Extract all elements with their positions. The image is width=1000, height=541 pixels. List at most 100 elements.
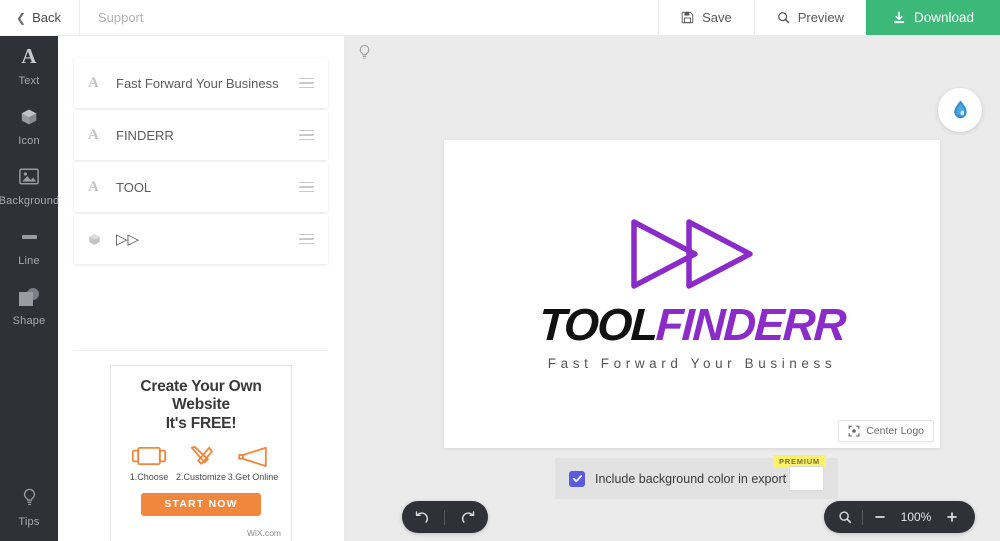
drag-handle-icon[interactable] (299, 129, 314, 141)
rail-item-shape[interactable]: Shape (0, 276, 58, 336)
preview-label: Preview (797, 10, 844, 25)
center-logo-label: Center Logo (866, 425, 924, 437)
zoom-level-value: 100% (900, 510, 932, 524)
preview-button[interactable]: Preview (753, 0, 866, 35)
tools-wrench-screwdriver-icon (190, 445, 213, 465)
zoom-in-button[interactable] (935, 501, 969, 533)
stage-tips-button[interactable] (350, 38, 378, 66)
ad-headline-line2: It's FREE! (165, 414, 237, 432)
rail-item-tips[interactable]: Tips (0, 477, 58, 537)
ad-step-label: 1.Choose (129, 471, 169, 482)
logo-word-dark: TOOL (537, 299, 658, 350)
include-background-label: Include background color in export (595, 471, 787, 486)
layer-item-tagline[interactable]: A Fast Forward Your Business (74, 58, 328, 108)
undo-redo-controls (402, 501, 488, 533)
download-button[interactable]: Download (865, 0, 1000, 35)
text-letter-a-icon: A (88, 74, 99, 91)
checkmark-icon (572, 475, 582, 483)
layer-name: Fast Forward Your Business (116, 75, 279, 91)
undo-button[interactable] (405, 501, 439, 533)
save-button[interactable]: Save (658, 0, 754, 35)
logo-word-accent: FINDERR (655, 299, 847, 350)
ad-headline: Create Your Own Website It's FREE! (121, 378, 281, 433)
layer-item-finderr[interactable]: A FINDERR (74, 110, 328, 160)
minus-icon (875, 516, 885, 518)
text-letter-a-icon: A (88, 126, 99, 143)
rail-item-shape-label: Shape (12, 314, 46, 327)
template-frame-icon (131, 446, 167, 465)
drag-handle-icon[interactable] (299, 181, 314, 193)
wix-logo: WiX.com (121, 523, 281, 540)
canvas-stage[interactable]: TOOL FINDERR Fast Forward Your Business … (345, 36, 1000, 541)
save-label: Save (702, 10, 732, 25)
ad-step-customize: 2.Customize (175, 445, 227, 482)
rail-item-text-label: Text (18, 74, 40, 87)
support-link[interactable]: Support (80, 0, 162, 35)
back-button[interactable]: ❮ Back (0, 0, 80, 35)
left-tool-rail: A Text Icon Background Line Shape Tips (0, 36, 60, 541)
redo-arrow-icon (461, 510, 474, 523)
rail-bottom-group: Tips (0, 477, 58, 537)
logo-tagline[interactable]: Fast Forward Your Business (548, 356, 836, 371)
zoom-out-button[interactable] (863, 501, 897, 533)
text-letter-a-icon: A (88, 178, 99, 195)
layer-name: ▷▷ (116, 231, 140, 248)
rail-item-background[interactable]: Background (0, 156, 60, 216)
include-background-checkbox[interactable] (569, 470, 585, 487)
ad-step-choose: 1.Choose (123, 445, 175, 482)
cube-box-icon (88, 233, 116, 246)
top-toolbar: ❮ Back Support Save Preview Download (0, 0, 1000, 36)
wix-brand: WiX (246, 527, 263, 538)
ad-steps: 1.Choose 2.Customize 3.Get Online (121, 445, 281, 482)
download-icon (893, 11, 905, 23)
promo-ad-wrapper: Create Your Own Website It's FREE! 1.Cho… (58, 351, 344, 541)
logo-wordmark[interactable]: TOOL FINDERR (537, 299, 847, 350)
center-logo-button[interactable]: Center Logo (838, 420, 934, 442)
drag-handle-icon[interactable] (299, 233, 314, 245)
drag-handle-icon[interactable] (299, 77, 314, 89)
wix-promo-ad[interactable]: Create Your Own Website It's FREE! 1.Cho… (110, 365, 292, 541)
floppy-disk-icon (681, 11, 694, 24)
download-label: Download (913, 10, 974, 25)
rail-item-text[interactable]: A Text (0, 36, 58, 96)
zoom-controls: 100% (824, 501, 975, 533)
rail-item-background-label: Background (0, 194, 60, 207)
text-letter-a-icon: A (21, 44, 37, 68)
plus-icon (947, 512, 957, 522)
ad-step-get-online: 3.Get Online (227, 445, 279, 482)
fast-forward-double-triangle-icon[interactable] (629, 217, 755, 296)
ad-start-now-button[interactable]: START NOW (141, 492, 261, 516)
support-label: Support (97, 10, 144, 25)
logo-composition: TOOL FINDERR Fast Forward Your Business (444, 140, 940, 448)
chevron-left-icon: ❮ (16, 10, 27, 25)
center-crosshair-icon (848, 425, 860, 437)
lightbulb-icon (359, 44, 369, 59)
ad-headline-line1: Create Your Own Website (140, 378, 262, 414)
magnifier-icon (839, 511, 852, 524)
ad-step-label: 3.Get Online (227, 471, 279, 482)
ad-cta-label: START NOW (164, 498, 238, 511)
background-color-swatch[interactable] (789, 466, 824, 491)
water-droplet-icon (953, 100, 967, 118)
include-background-bar: Include background color in export PREMI… (555, 455, 838, 499)
background-color-tool-button[interactable] (938, 88, 982, 132)
rail-item-tips-label: Tips (18, 515, 40, 528)
cube-box-icon (20, 106, 38, 128)
layer-item-tool[interactable]: A TOOL (74, 162, 328, 212)
lightbulb-icon (22, 487, 37, 509)
rail-item-icon[interactable]: Icon (0, 96, 58, 156)
layers-list: A Fast Forward Your Business A FINDERR A… (58, 36, 344, 351)
layer-item-icon-mark[interactable]: ▷▷ (74, 214, 328, 264)
ad-step-label: 2.Customize (175, 471, 227, 482)
layer-name: TOOL (116, 179, 152, 195)
rail-item-icon-label: Icon (18, 134, 40, 147)
logo-canvas[interactable]: TOOL FINDERR Fast Forward Your Business … (444, 140, 940, 448)
rail-item-line-label: Line (18, 254, 40, 267)
megaphone-icon (238, 446, 267, 467)
zoom-search-button[interactable] (828, 501, 862, 533)
horizontal-line-icon (21, 226, 37, 248)
rail-item-line[interactable]: Line (0, 216, 58, 276)
magnifier-icon (777, 12, 789, 24)
redo-button[interactable] (451, 501, 485, 533)
